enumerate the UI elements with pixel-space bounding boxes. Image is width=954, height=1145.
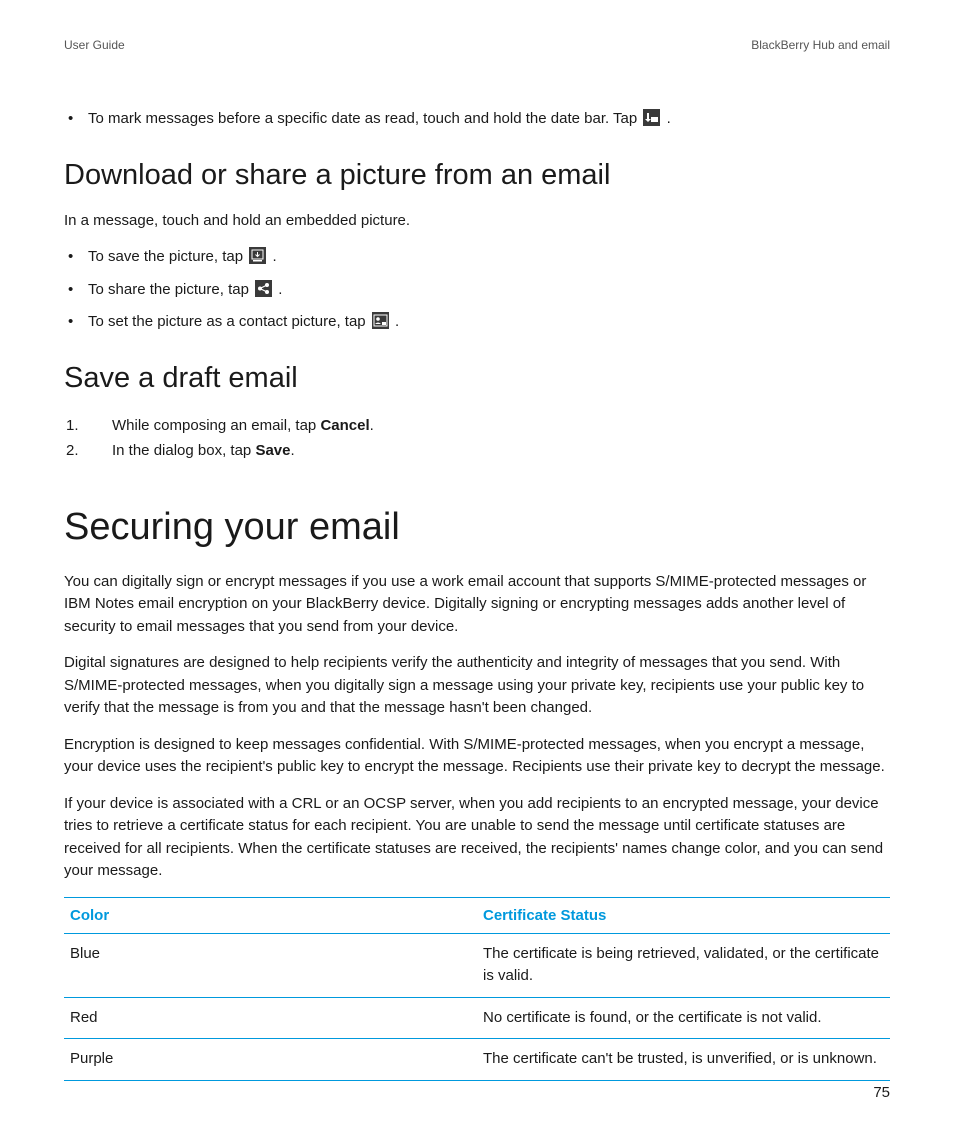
draft-steps: While composing an email, tap Cancel. In… bbox=[64, 413, 890, 464]
page-number: 75 bbox=[873, 1084, 890, 1101]
list-item: To save the picture, tap . bbox=[64, 246, 890, 269]
list-item: To share the picture, tap . bbox=[64, 279, 890, 302]
text: . bbox=[278, 281, 282, 298]
table-cell: Red bbox=[64, 997, 477, 1039]
paragraph: If your device is associated with a CRL … bbox=[64, 793, 890, 883]
page-header: User Guide BlackBerry Hub and email bbox=[64, 38, 890, 52]
header-left: User Guide bbox=[64, 38, 125, 52]
table-header: Color bbox=[64, 897, 477, 933]
share-icon bbox=[255, 280, 272, 297]
paragraph: Digital signatures are designed to help … bbox=[64, 652, 890, 720]
table-row: Purple The certificate can't be trusted,… bbox=[64, 1039, 890, 1081]
text: In the dialog box, tap bbox=[112, 442, 255, 459]
text: To save the picture, tap bbox=[88, 248, 247, 265]
text: . bbox=[272, 248, 276, 265]
bold: Cancel bbox=[320, 417, 369, 434]
table-cell: No certificate is found, or the certific… bbox=[477, 997, 890, 1039]
table-cell: Purple bbox=[64, 1039, 477, 1081]
table-row: Red No certificate is found, or the cert… bbox=[64, 997, 890, 1039]
lead-paragraph: In a message, touch and hold an embedded… bbox=[64, 210, 890, 233]
list-item: In the dialog box, tap Save. bbox=[64, 438, 890, 464]
text: . bbox=[370, 417, 374, 434]
header-right: BlackBerry Hub and email bbox=[751, 38, 890, 52]
text: . bbox=[667, 110, 671, 127]
heading-securing: Securing your email bbox=[64, 506, 890, 549]
bold: Save bbox=[255, 442, 290, 459]
table-row: Blue The certificate is being retrieved,… bbox=[64, 933, 890, 997]
table-cell: Blue bbox=[64, 933, 477, 997]
mark-read-icon bbox=[643, 109, 660, 126]
text: To mark messages before a specific date … bbox=[88, 110, 641, 127]
paragraph: You can digitally sign or encrypt messag… bbox=[64, 571, 890, 639]
paragraph: Encryption is designed to keep messages … bbox=[64, 734, 890, 779]
list-item: To set the picture as a contact picture,… bbox=[64, 311, 890, 334]
text: To share the picture, tap bbox=[88, 281, 253, 298]
list-item: To mark messages before a specific date … bbox=[64, 108, 890, 131]
download-bullet-list: To save the picture, tap . To share the … bbox=[64, 246, 890, 334]
text: . bbox=[290, 442, 294, 459]
heading-download-share: Download or share a picture from an emai… bbox=[64, 159, 890, 192]
table-cell: The certificate can't be trusted, is unv… bbox=[477, 1039, 890, 1081]
table-header: Certificate Status bbox=[477, 897, 890, 933]
text: . bbox=[395, 313, 399, 330]
save-image-icon bbox=[249, 247, 266, 264]
text: To set the picture as a contact picture,… bbox=[88, 313, 370, 330]
contact-picture-icon bbox=[372, 312, 389, 329]
certificate-status-table: Color Certificate Status Blue The certif… bbox=[64, 897, 890, 1081]
heading-save-draft: Save a draft email bbox=[64, 362, 890, 395]
list-item: While composing an email, tap Cancel. bbox=[64, 413, 890, 439]
intro-bullet-list: To mark messages before a specific date … bbox=[64, 108, 890, 131]
text: While composing an email, tap bbox=[112, 417, 320, 434]
table-cell: The certificate is being retrieved, vali… bbox=[477, 933, 890, 997]
